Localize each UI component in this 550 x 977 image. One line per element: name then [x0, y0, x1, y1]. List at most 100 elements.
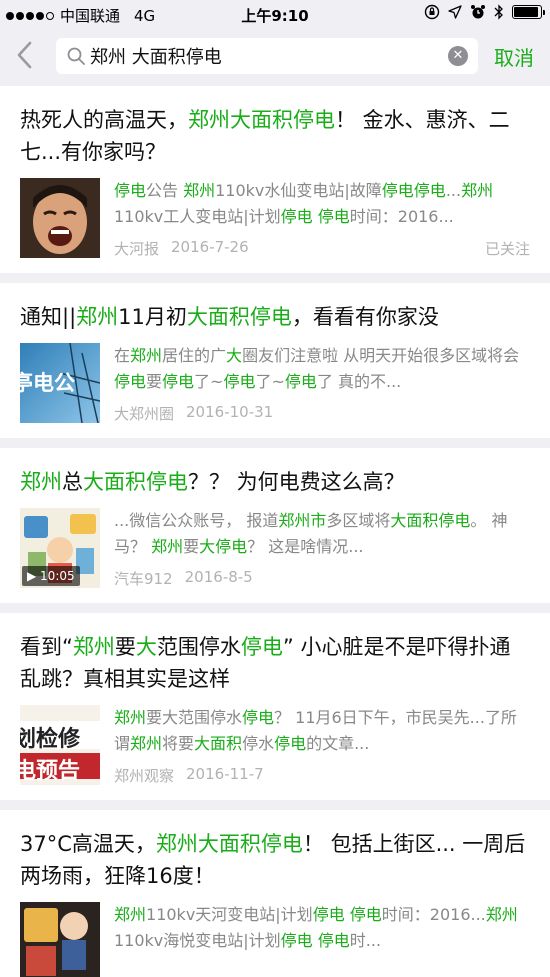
snippet-text: 了~	[255, 372, 285, 391]
highlighted-keyword: 郑州	[461, 181, 494, 200]
snippet-text: 要大范围停水	[146, 708, 243, 727]
back-button[interactable]	[14, 40, 44, 74]
status-bar: 中国联通 4G 上午9:10	[0, 0, 550, 28]
result-snippet: 郑州要大范围停水停电？ 11月6日下午，市民吴先...了所谓郑州将要大面积停水停…	[114, 705, 530, 757]
publish-date: 2016-10-31	[186, 403, 274, 421]
title-text: 看到“	[20, 635, 73, 659]
snippet-text: 圈友们注意啦 从明天开始很多区域将会	[242, 346, 520, 365]
alarm-icon	[471, 5, 485, 19]
orientation-lock-icon	[424, 4, 440, 20]
highlighted-keyword: 郑州	[485, 905, 518, 924]
title-text: 总	[62, 470, 83, 494]
snippet-text: ...微信公众账号， 报道	[114, 511, 279, 530]
result-meta: 汽车912 2016-8-5	[114, 568, 530, 589]
result-text: 郑州要大范围停水停电？ 11月6日下午，市民吴先...了所谓郑州将要大面积停水停…	[114, 705, 530, 786]
thumbnail-caption: 亭电公	[20, 371, 75, 395]
result-card[interactable]: 郑州总大面积停电？？ 为何电费这么高？ ▶ 10:05 ...微信公众账号， 报道郑…	[0, 448, 550, 603]
highlighted-keyword: 大	[226, 346, 243, 365]
highlighted-keyword: 停电	[114, 372, 147, 391]
source-name[interactable]: 大河报	[114, 238, 159, 259]
publish-date: 2016-8-5	[184, 568, 253, 586]
snippet-text: 将要	[162, 734, 195, 753]
snippet-text: 110kv水仙变电站|故障	[215, 181, 382, 200]
highlighted-keyword: 停电	[242, 708, 275, 727]
highlighted-keyword: 大	[135, 635, 157, 659]
highlighted-keyword: 停电	[284, 372, 317, 391]
result-title[interactable]: 看到“郑州要大范围停水停电” 小心脏是不是吓得扑通乱跳？真相其实是这样	[20, 631, 530, 695]
highlighted-keyword: 停电 停电	[280, 931, 350, 950]
result-body: ▶ 10:05 ...微信公众账号， 报道郑州市多区域将大面积停电。 神马？ 郑州…	[20, 508, 530, 589]
result-thumbnail[interactable]: 亭电公	[20, 343, 100, 423]
highlighted-keyword: 大面积停电	[390, 511, 471, 530]
highlighted-keyword: 郑州	[278, 511, 311, 530]
result-text: 在郑州居住的广大圈友们注意啦 从明天开始很多区域将会停电要停电了~停电了~停电了…	[114, 343, 530, 424]
search-icon	[67, 47, 85, 65]
result-card[interactable]: 37°C高温天，郑州大面积停电！ 包括上街区... 一周后两场雨，狂降16度！郑…	[0, 810, 550, 977]
highlighted-keyword: 大面积停电	[83, 470, 188, 494]
title-text: 热死人的高温天，	[20, 108, 188, 132]
video-duration-badge: ▶ 10:05	[22, 566, 80, 586]
highlighted-keyword: 郑州大面积停电	[155, 832, 303, 856]
result-text: 郑州110kv天河变电站|计划停电 停电时间：2016...郑州110kv海悦变…	[114, 902, 530, 977]
result-card[interactable]: 看到“郑州要大范围停水停电” 小心脏是不是吓得扑通乱跳？真相其实是这样划检修 电预…	[0, 613, 550, 800]
result-thumbnail[interactable]	[20, 178, 100, 258]
snippet-text: ？ 这是啥情况...	[247, 537, 364, 556]
highlighted-keyword: 郑州	[151, 537, 184, 556]
snippet-text: 多区域将	[326, 511, 391, 530]
result-snippet: 郑州110kv天河变电站|计划停电 停电时间：2016...郑州110kv海悦变…	[114, 902, 530, 954]
snippet-text: 110kv工人变电站|计划	[114, 207, 281, 226]
result-snippet: 停电公告 郑州110kv水仙变电站|故障停电停电...郑州110kv工人变电站|…	[114, 178, 530, 230]
followed-status: 已关注	[484, 240, 530, 258]
location-icon	[448, 5, 462, 19]
result-title[interactable]: 郑州总大面积停电？？ 为何电费这么高？	[20, 466, 530, 498]
result-thumbnail[interactable]: 划检修 电预告	[20, 705, 100, 785]
highlighted-keyword: 停电停电	[381, 181, 446, 200]
snippet-text: 的文章...	[306, 734, 370, 753]
result-thumbnail[interactable]	[20, 902, 100, 977]
highlighted-keyword: 市	[310, 511, 327, 530]
cancel-button[interactable]: 取消	[494, 42, 534, 71]
snippet-text: 要	[183, 537, 200, 556]
highlighted-keyword: 郑州	[183, 181, 216, 200]
result-title[interactable]: 37°C高温天，郑州大面积停电！ 包括上街区... 一周后两场雨，狂降16度！	[20, 828, 530, 892]
result-title[interactable]: 热死人的高温天，郑州大面积停电！ 金水、惠济、二七...有你家吗？	[20, 104, 530, 168]
source-name[interactable]: 大郑州圈	[114, 403, 174, 424]
clear-search-icon[interactable]: ✕	[448, 46, 468, 66]
result-snippet: 在郑州居住的广大圈友们注意啦 从明天开始很多区域将会停电要停电了~停电了~停电了…	[114, 343, 530, 395]
title-text: 37°C高温天，	[20, 832, 156, 856]
title-text: ？？ 为何电费这么高？	[188, 470, 405, 494]
result-card[interactable]: 通知||郑州11月初大面积停电，看看有你家没 亭电公 在郑州居住的广大圈友们注意啦 …	[0, 283, 550, 438]
publish-date: 2016-11-7	[186, 765, 264, 783]
highlighted-keyword: 停电	[162, 372, 195, 391]
result-card[interactable]: 热死人的高温天，郑州大面积停电！ 金水、惠济、二七...有你家吗？ 停电公告 郑州…	[0, 86, 550, 273]
publish-date: 2016-7-26	[171, 238, 249, 256]
result-text: 停电公告 郑州110kv水仙变电站|故障停电停电...郑州110kv工人变电站|…	[114, 178, 530, 259]
snippet-text: 了 真的不...	[316, 372, 402, 391]
title-text: 范围停水	[156, 635, 241, 659]
result-thumbnail[interactable]: ▶ 10:05	[20, 508, 100, 588]
source-name[interactable]: 郑州观察	[114, 765, 174, 786]
snippet-text: 在	[114, 346, 131, 365]
thumbnail-caption: 划检修	[20, 727, 81, 752]
result-meta: 大河报 2016-7-26 已关注	[114, 238, 530, 259]
highlighted-keyword: 郑州	[72, 635, 115, 659]
search-box[interactable]: ✕	[56, 38, 478, 74]
highlighted-keyword: 停电 停电	[312, 905, 382, 924]
source-name[interactable]: 汽车912	[114, 568, 173, 589]
result-snippet: ...微信公众账号， 报道郑州市多区域将大面积停电。 神马？ 郑州要大停电？ 这…	[114, 508, 530, 560]
highlighted-keyword: 停电 停电	[280, 207, 350, 226]
snippet-text: ...	[445, 181, 462, 200]
snippet-text: 时间：2016...	[381, 905, 486, 924]
search-nav-bar: ✕ 取消	[0, 28, 550, 86]
result-title[interactable]: 通知||郑州11月初大面积停电，看看有你家没	[20, 301, 530, 333]
result-body: 停电公告 郑州110kv水仙变电站|故障停电停电...郑州110kv工人变电站|…	[20, 178, 530, 259]
highlighted-keyword: 郑州	[76, 305, 119, 329]
title-text: 要	[114, 635, 136, 659]
snippet-text: 公告	[146, 181, 184, 200]
snippet-text: 了~	[194, 372, 224, 391]
snippet-text: 时...	[349, 931, 382, 950]
highlighted-keyword: 大停电	[199, 537, 248, 556]
search-input[interactable]	[90, 38, 440, 74]
highlighted-keyword: 郑州	[114, 905, 147, 924]
highlighted-keyword: 大面积停电	[186, 305, 292, 329]
